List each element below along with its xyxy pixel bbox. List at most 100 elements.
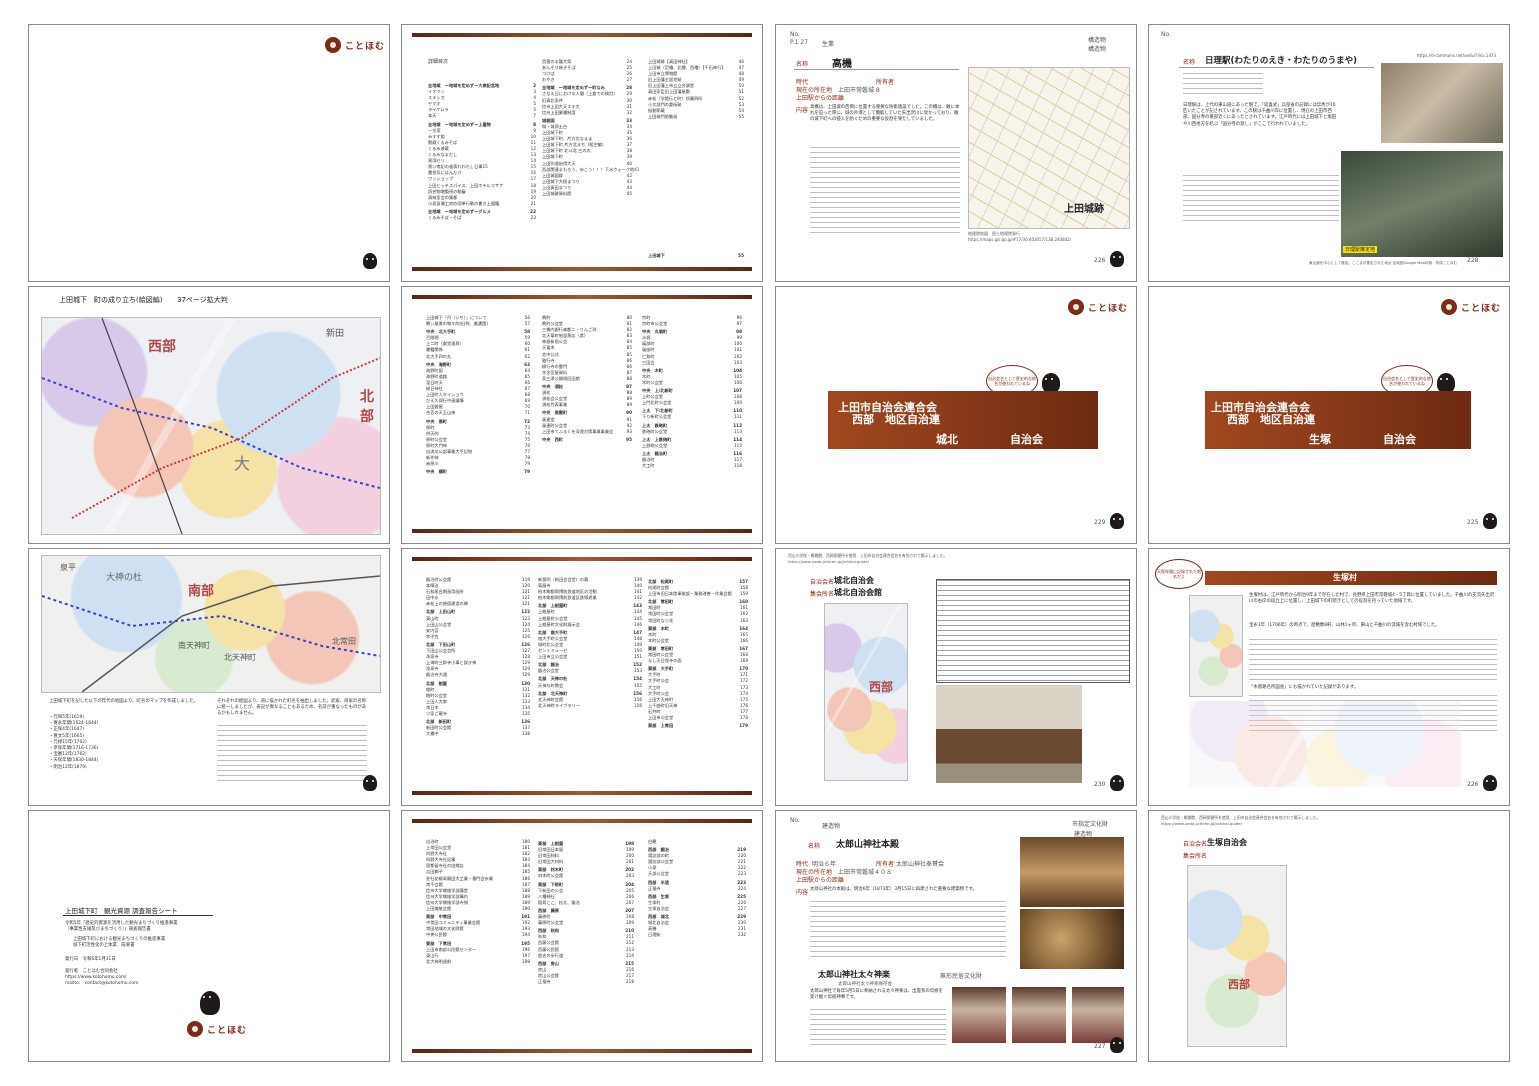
header-url[interactable]: https://www.ueda-jichiren.jp/jichikai-gu… bbox=[788, 559, 869, 564]
toc-entry[interactable]: 合否の天王山神 71 bbox=[426, 410, 530, 416]
toc-entry-page: 79 bbox=[524, 469, 530, 475]
page-10-toc[interactable]: 鍛冶町公会館 119 本陣治 120 石和尾台期画用画所 121 田中水 121 赤松上の旅宿建… bbox=[401, 548, 763, 806]
header-url[interactable]: https://www.ueda-jichiren.jp/jichikai-gu… bbox=[1161, 821, 1242, 826]
page-2-toc[interactable]: 詳細目次 全地域 ー地域を定めずー大衆記念地 2 イオマン 3 スキシカ 4 ヤマキ 5 ライケ… bbox=[401, 24, 763, 282]
toc-entry[interactable]: 宗町市公会堂 97 bbox=[642, 321, 742, 327]
toc-entry[interactable]: 上田市公会堂 178 bbox=[648, 715, 748, 721]
toc-entry[interactable]: 中央 西町 95 bbox=[542, 437, 632, 443]
toc-entry[interactable]: 日理駅 232 bbox=[648, 932, 746, 938]
toc-entry-page: 111 bbox=[734, 414, 742, 420]
company-logo: ことほむ bbox=[187, 1021, 247, 1037]
toc-entry-title: 上田市公会堂 bbox=[648, 714, 674, 720]
association-label: 自治会名 bbox=[1183, 841, 1208, 848]
toc-entry[interactable]: 藤原町公会堂 209 bbox=[538, 920, 634, 926]
toc-entry[interactable]: 赤原川 79 bbox=[426, 461, 530, 467]
toc-entry[interactable]: 鉄砲町公会堂 113 bbox=[642, 429, 742, 435]
toc-entry[interactable]: 三田会 103 bbox=[642, 360, 742, 366]
toc-entry[interactable]: 正福寺 218 bbox=[538, 979, 634, 985]
toc-entry[interactable]: 天部公会堂 223 bbox=[648, 871, 746, 877]
toc-entry[interactable]: 北大手四の丸 62 bbox=[426, 354, 530, 360]
toc-entry[interactable]: 常田町なら花 163 bbox=[648, 618, 748, 624]
page-7-johoku[interactable]: ことほむ 自治会名として歴史的な地名が使われているね 上田市自治会連合会 西部 … bbox=[775, 286, 1137, 544]
toc-entry[interactable]: 木子笠 126 bbox=[426, 634, 530, 640]
toc-entry[interactable]: 北大神明週前 198 bbox=[426, 959, 530, 965]
toc-entry[interactable]: 上田市てふるくを深遠対策事業事業会 93 bbox=[542, 429, 632, 435]
toc-entry[interactable]: 稲荷ここ、松太、鍛冶 207 bbox=[538, 900, 634, 906]
category: 建造物 bbox=[822, 823, 841, 830]
photo-url[interactable]: https://d-commons.net/uedu/?/id=1473 bbox=[1417, 53, 1496, 58]
toc-entry-page: 97 bbox=[736, 321, 742, 327]
toc-entry[interactable]: 上田市旧日本陸軍施設・業務改善・作業会館 159 bbox=[648, 591, 748, 597]
page-15-taroyama-shrine[interactable]: No. 建造物 市指定文化財 建造物 名称 太郎山神社本殿 時代 明治６年 所有… bbox=[775, 810, 1137, 1062]
description-continuation bbox=[810, 901, 1006, 959]
toc-entry[interactable]: 木町公会堂 166 bbox=[648, 638, 748, 644]
toc-entry[interactable]: 小君身瀬工房の国単行動の書き上図籍 21 bbox=[428, 201, 536, 207]
toc-entry[interactable]: 大橋中 138 bbox=[426, 731, 530, 737]
page-11-johoku-association[interactable]: 西山小学校・郷間館、西岡保健所を使用、上田市自治会連合会名を有効されて揚示しまし… bbox=[775, 548, 1137, 806]
toc-entry[interactable]: 本天 7 bbox=[428, 113, 536, 119]
toc-entry[interactable]: 中央公民館 194 bbox=[426, 932, 530, 938]
toc-entry[interactable]: 上田繊維会館 190 bbox=[426, 906, 530, 912]
page-3-takahata[interactable]: No. P.1 27 生業 構造物 構造物 名称 高機 時代 所有者 現在の所在… bbox=[775, 24, 1137, 282]
meta-lines bbox=[1183, 73, 1263, 95]
toc-entry[interactable]: くるみそば・そば 23 bbox=[428, 215, 536, 221]
toc-entry-page: 138 bbox=[522, 731, 530, 737]
toc-entry[interactable]: 柏木郷都周博前鉄道区鉄線遊業 142 bbox=[538, 595, 642, 601]
page-5-town-map[interactable]: 上田城下 町の成り立ち(絵図編) 37ページ拡大判 西部 北部 新田 大 bbox=[28, 286, 390, 544]
toc-column-left: 全地域 ー地域を定めずー大衆記念地 2 イオマン 3 スキシカ 4 ヤマキ 5 ライケムラ 5 本天… bbox=[428, 81, 536, 221]
footer-bar bbox=[412, 529, 752, 533]
page-1-cover[interactable]: ことほむ bbox=[28, 24, 390, 282]
page-8-namazuka[interactable]: ことほむ 自治会名として歴史的な地名が使われているね 上田市自治会連合会 西部 … bbox=[1148, 286, 1510, 544]
toc-entry[interactable]: 東部 上常田 179 bbox=[648, 723, 748, 729]
toc-entry[interactable]: 上田城跡資料館 45 bbox=[542, 191, 632, 197]
page-4-watari-station[interactable]: No. 名称 日理駅(わたりのえき・わたりのうまや) 日理駅は、上代の東山道にあ… bbox=[1148, 24, 1510, 282]
toc-entry-page: 153 bbox=[634, 668, 642, 674]
toc-entry[interactable]: 北天神町ライブラリー 156 bbox=[538, 703, 642, 709]
toc-entry[interactable]: 天神与町教会 155 bbox=[538, 683, 642, 689]
toc-entry[interactable]: 須松竹表事業 89 bbox=[542, 402, 632, 408]
toc-entry[interactable]: 下り新町公会堂 111 bbox=[642, 414, 742, 420]
toc-entry[interactable]: 大工町 118 bbox=[642, 463, 742, 469]
toc-column-middle: 新保明（新田会会堂）の蔵 139 菊屋寺 140 柏木郷都周博前鉄道地区の活動 141 柏木… bbox=[538, 577, 642, 709]
toc-entry[interactable]: 鍛冶寺大通 129 bbox=[426, 672, 530, 678]
toc-entry-title: 大工町 bbox=[642, 463, 655, 469]
email-link[interactable]: mailto: contact@kotohomu.com bbox=[65, 981, 138, 987]
toc-entry[interactable]: 旧常田大材料 201 bbox=[538, 859, 634, 865]
page-13-colophon[interactable]: 上田城下町 観光資源 調査報告シート 令和5年「歴史的資源を活用した観光まちづく… bbox=[28, 810, 390, 1062]
toc-entry-title: 戦い風景の物々的(旧称、美濃園) bbox=[426, 321, 488, 327]
toc-entry[interactable]: 鍛冶公会堂 153 bbox=[538, 668, 642, 674]
toc-entry[interactable]: 上鉄砲公会堂 115 bbox=[642, 443, 742, 449]
right-text: それぞれの絵図より、道に描かれた町名を抽出しました。武家、商家の名称に統一しまし… bbox=[217, 699, 367, 717]
toc-entry[interactable]: 上紺屋町文化財展示会 146 bbox=[538, 622, 642, 628]
toc-entry-page: 207 bbox=[626, 899, 634, 905]
toc-entry-title: 宗町市公会堂 bbox=[642, 321, 668, 327]
page-14-toc[interactable]: 自治町 180 上常田公会堂 181 科野大寺社 182 科野大寺社記事 183 国都留寺社の由… bbox=[401, 810, 763, 1062]
mascot-icon bbox=[1110, 1037, 1124, 1053]
carving-photo bbox=[1020, 909, 1124, 969]
issue-date: 発行日 令和6年1月31日 bbox=[65, 957, 116, 962]
page-9-south-map[interactable]: 泉平 大神の杜 南部 北常田 南天神町 北天神町 上田城下町を記した以下の年代の… bbox=[28, 548, 390, 806]
toc-entry[interactable]: 上門北町公会堂 109 bbox=[642, 400, 742, 406]
map-url[interactable]: https://maps.gsi.go.jp/#17/36.403057/138… bbox=[968, 237, 1071, 242]
toc-entry[interactable]: 白籠 bbox=[648, 839, 746, 845]
toc-entry[interactable]: 歴史の歩行道 214 bbox=[538, 953, 634, 959]
toc-entry[interactable]: 正福寺 224 bbox=[648, 886, 746, 892]
toc-entry[interactable]: 中央 横町 79 bbox=[426, 469, 530, 475]
toc-entry[interactable]: 上田市立公会堂 151 bbox=[538, 654, 642, 660]
page-16-namazuka-association[interactable]: 西山小学校・郷間館、西岡保健所を使用、上田市自治会連合会名を有効されて揚示しまし… bbox=[1148, 810, 1510, 1062]
toc-entry[interactable]: 赤松上の旅宿建造の碑 121 bbox=[426, 601, 530, 607]
page-12-namazuka-village[interactable]: 天保年間に記録された地名だよ 生塚村 生塚村は、江戸時代から明治9年まで存在した… bbox=[1148, 548, 1510, 806]
toc-entry[interactable]: 木町公会堂 106 bbox=[642, 380, 742, 386]
banner-line-4: 自治会 bbox=[1010, 433, 1043, 446]
toc-entry[interactable]: ツ家ご蔵寺 135 bbox=[426, 711, 530, 717]
toc-entry[interactable]: 材木町公会館 203 bbox=[538, 873, 634, 879]
toc-entry[interactable]: 上田城門前動画 55 bbox=[648, 114, 744, 120]
page-6-toc[interactable]: 上田城下「丹（いち）」について 56 戦い風景の物々的(旧称、美濃園) 57 中央 北大… bbox=[401, 286, 763, 544]
toc-entry[interactable]: 生塚自治会 227 bbox=[648, 906, 746, 912]
toc-entry[interactable]: 戦い風景の物々的(旧称、美濃園) 57 bbox=[426, 321, 530, 327]
toc-entry[interactable]: おやき 27 bbox=[542, 77, 632, 83]
toc-entry[interactable]: 信州上田業種制度 32 bbox=[542, 110, 632, 116]
toc-entry[interactable]: 家三津公開堀回田期 88 bbox=[542, 376, 632, 382]
description-1: 生塚村は、江戸時代から明治9年まで存在した村で、長野県上田市常磐城4・5丁目に位… bbox=[1249, 593, 1495, 605]
toc-entry[interactable]: なし天日保寺の面 169 bbox=[648, 658, 748, 664]
